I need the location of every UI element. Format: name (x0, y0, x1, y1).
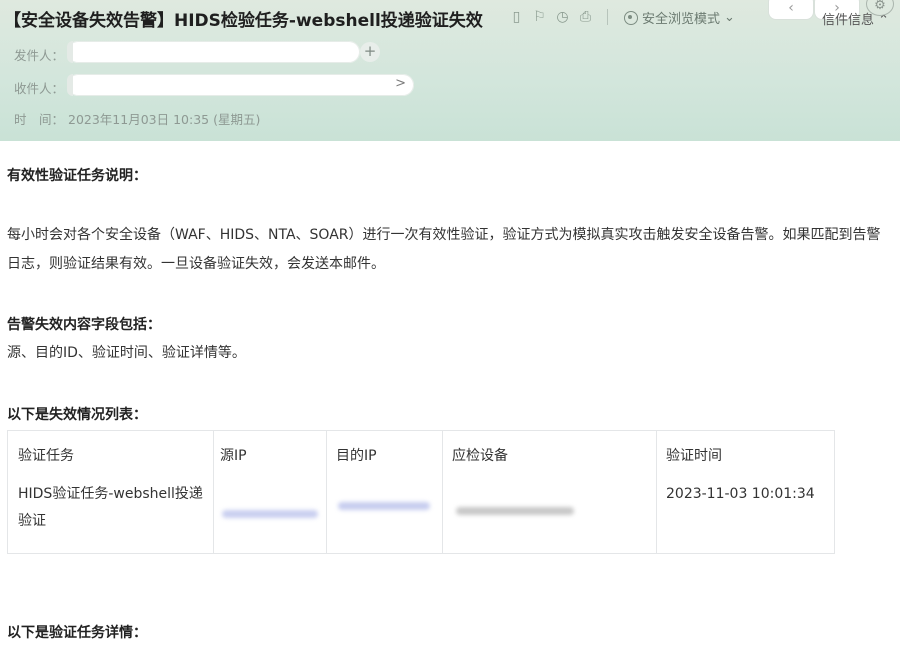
safe-mode-toggle[interactable]: 安全浏览模式 ⌄ (624, 8, 735, 27)
sender-label: 发件人： (14, 48, 65, 63)
letter-info-label: 信件信息 (822, 13, 875, 28)
column-divider (213, 431, 214, 553)
header-device: 应检设备 (452, 448, 508, 464)
cell-device-redacted (456, 507, 574, 515)
cell-dest-ip-redacted (338, 502, 430, 510)
failure-table: 验证任务 源IP 目的IP 应检设备 验证时间 HIDS验证任务-webshel… (7, 430, 835, 554)
time-row: 时 间： 2023年11月03日 10:35 (星期五) (14, 109, 260, 128)
sender-chip[interactable] (67, 41, 360, 63)
bookmark-icon[interactable]: ▯ (509, 9, 524, 25)
recipient-chip[interactable]: > (67, 74, 414, 96)
recipient-label: 收件人： (14, 81, 65, 96)
print-icon[interactable]: ⎙ (578, 9, 593, 25)
column-divider (656, 431, 657, 553)
time-label: 时 间： (14, 112, 65, 127)
clock-icon[interactable]: ◷ (555, 9, 570, 25)
column-divider (326, 431, 327, 553)
safe-mode-icon (624, 10, 638, 25)
chevron-down-icon: ⌄ (724, 10, 735, 25)
time-value: 2023年11月03日 10:35 (星期五) (68, 112, 261, 127)
section-title-task-description: 有效性验证任务说明： (7, 168, 147, 184)
section-title-failure-list: 以下是失效情况列表： (7, 407, 147, 423)
add-sender-button[interactable]: + (360, 42, 380, 62)
sender-avatar (67, 41, 73, 63)
toolbar-divider (607, 9, 608, 25)
cell-time: 2023-11-03 10:01:34 (666, 486, 815, 502)
header-source-ip: 源IP (220, 448, 247, 464)
recipient-avatar (67, 74, 73, 96)
toolbar: ▯ ⚐ ◷ ⎙ (509, 9, 614, 25)
email-subject: 【安全设备失效告警】HIDS检验任务-webshell投递验证失效 (4, 11, 483, 31)
section-title-task-details: 以下是验证任务详情： (7, 625, 147, 641)
email-body: 有效性验证任务说明： 每小时会对各个安全设备（WAF、HIDS、NTA、SOAR… (0, 141, 900, 648)
prev-mail-button[interactable]: ‹ (768, 0, 814, 20)
safe-mode-label: 安全浏览模式 (642, 12, 721, 27)
cell-task: HIDS验证任务-webshell投递验证 (18, 486, 203, 529)
email-header: 【安全设备失效告警】HIDS检验任务-webshell投递验证失效 ▯ ⚐ ◷ … (0, 0, 900, 141)
section-title-alert-fields: 告警失效内容字段包括： (7, 317, 161, 333)
header-dest-ip: 目的IP (336, 448, 377, 464)
alert-fields-text: 源、目的ID、验证时间、验证详情等。 (7, 345, 246, 361)
flag-icon[interactable]: ⚐ (532, 9, 547, 25)
expand-recipients-icon[interactable]: > (395, 76, 406, 91)
cell-source-ip-redacted (222, 510, 318, 518)
header-time: 验证时间 (666, 448, 722, 464)
task-description-text: 每小时会对各个安全设备（WAF、HIDS、NTA、SOAR）进行一次有效性验证，… (7, 227, 881, 272)
column-divider (442, 431, 443, 553)
header-task: 验证任务 (18, 448, 74, 464)
